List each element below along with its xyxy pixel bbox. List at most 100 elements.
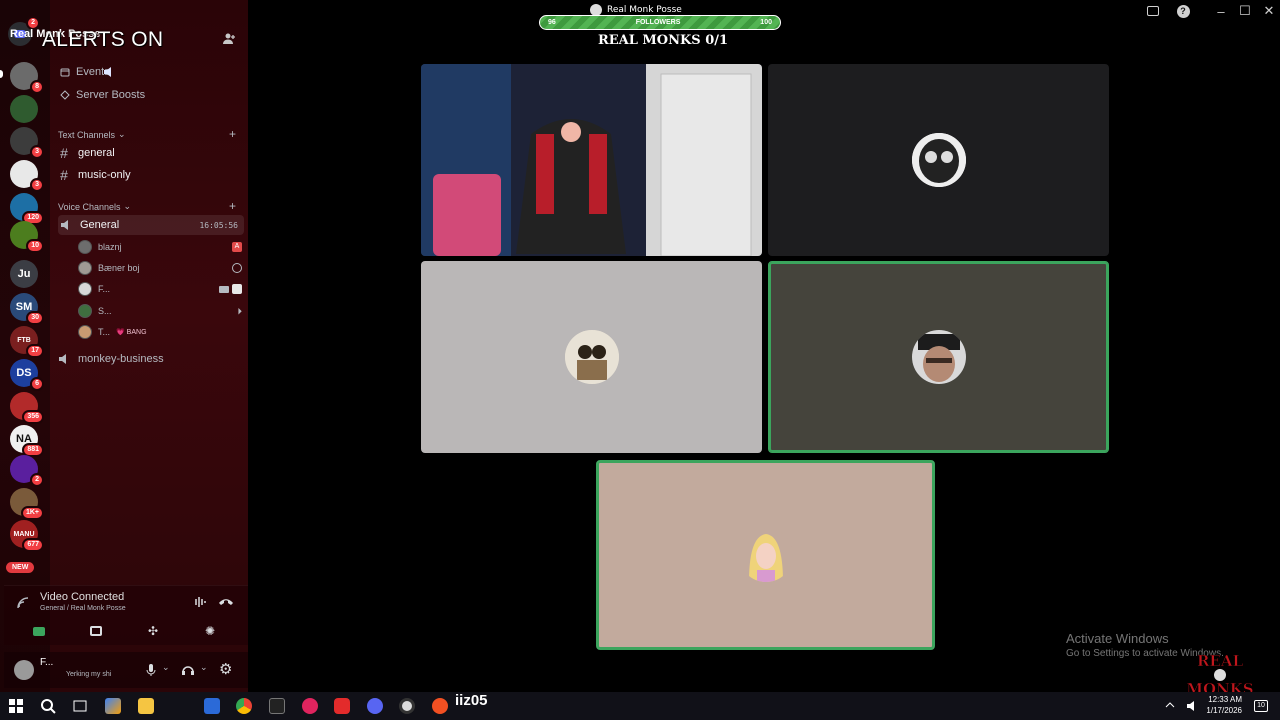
invite-people-icon[interactable]: [222, 32, 236, 46]
discord-window: 2 8 3 3 120 10 Ju SM 30 FTB 17 DS 6 356 NA 881 2 1K+ MANU…: [0, 0, 1280, 720]
server-icon[interactable]: 3: [10, 160, 44, 192]
speaker-icon: [59, 354, 66, 364]
add-voice-channel-icon[interactable]: +: [229, 199, 236, 213]
voice-user[interactable]: Bæner boj: [78, 259, 242, 277]
discord-taskbar-icon[interactable]: [367, 698, 383, 714]
voice-user[interactable]: F...: [78, 280, 242, 298]
server-icon[interactable]: FTB 17: [10, 326, 44, 358]
server-label: FTB: [17, 336, 31, 344]
microphone-icon[interactable]: [146, 663, 156, 677]
youtube-icon[interactable]: [334, 698, 350, 714]
server-icon[interactable]: 2: [10, 455, 44, 487]
server-icon[interactable]: 120: [10, 193, 44, 225]
activities-button[interactable]: ✣: [128, 622, 178, 640]
inbox-icon[interactable]: [1144, 2, 1162, 20]
voice-location-label[interactable]: General / Real Monk Posse: [40, 605, 126, 612]
voice-channel-general[interactable]: General 16:05:56: [58, 215, 244, 235]
avatar: [78, 240, 92, 254]
voice-channels-category[interactable]: Voice Channels ⌄: [58, 201, 131, 212]
server-icon[interactable]: NA 881: [10, 425, 44, 457]
voice-timer: 16:05:56: [199, 220, 238, 230]
minimize-button[interactable]: –: [1212, 2, 1230, 20]
text-channels-label: Text Channels: [58, 129, 116, 140]
voice-user[interactable]: S... ⏵: [78, 302, 242, 320]
chevron-down-icon[interactable]: ⌄: [162, 662, 170, 673]
headphones-icon[interactable]: [181, 663, 195, 676]
file-explorer-icon[interactable]: [138, 698, 154, 714]
soundboard-button[interactable]: ✺: [185, 622, 235, 640]
unread-badge: 677: [22, 538, 44, 552]
video-tile-user-speaking[interactable]: [596, 460, 935, 650]
watermark-title: Activate Windows: [1066, 631, 1169, 646]
voice-channel-label: General: [80, 219, 120, 231]
text-channels-category[interactable]: Text Channels ⌄: [58, 129, 126, 140]
channel-music-only[interactable]: # music-only: [58, 165, 244, 185]
voice-user-tag: 💗 BANG: [116, 329, 147, 336]
signal-icon[interactable]: [16, 596, 30, 610]
server-icon[interactable]: Ju: [10, 260, 38, 288]
task-view-icon[interactable]: [72, 698, 88, 714]
media-player-icon[interactable]: [302, 698, 318, 714]
video-tile-user[interactable]: [421, 261, 762, 453]
epic-games-icon[interactable]: [269, 698, 285, 714]
voice-channel-label: monkey-business: [78, 353, 164, 365]
notification-center-icon[interactable]: 10: [1254, 700, 1268, 712]
voice-user[interactable]: blaznj A: [78, 238, 242, 256]
obs-icon[interactable]: [399, 698, 415, 714]
unread-badge: 6: [30, 377, 44, 391]
windows-start-icon[interactable]: [8, 698, 24, 714]
voice-user[interactable]: T... 💗 BANG: [78, 323, 242, 341]
server-icon[interactable]: 1K+: [10, 488, 44, 520]
help-icon[interactable]: ?: [1174, 2, 1192, 20]
events-item[interactable]: Events: [60, 66, 116, 78]
avatar[interactable]: [14, 660, 34, 680]
avatar: [911, 330, 966, 384]
voice-channels-label: Voice Channels: [58, 201, 121, 212]
voice-user-name: F...: [98, 284, 111, 294]
server-icon[interactable]: SM 30: [10, 293, 44, 325]
server-icon[interactable]: 10: [10, 221, 44, 253]
gear-icon[interactable]: ⚙: [219, 660, 232, 678]
camera-icon: [33, 626, 45, 636]
chevron-up-icon[interactable]: [1165, 700, 1175, 710]
screen-share-button[interactable]: [71, 622, 121, 640]
chevron-down-icon[interactable]: ⌄: [200, 662, 208, 673]
app-icon[interactable]: [432, 698, 448, 714]
close-button[interactable]: ✕: [1260, 2, 1278, 20]
store-icon[interactable]: [204, 698, 220, 714]
noise-suppression-icon[interactable]: [194, 596, 208, 608]
followers-current: 96: [548, 19, 556, 26]
avatar: [78, 261, 92, 275]
volume-icon[interactable]: [1186, 700, 1200, 712]
chrome-icon[interactable]: [236, 698, 252, 714]
server-icon[interactable]: MANU 677: [10, 520, 44, 552]
svg-text:REAL: REAL: [1197, 652, 1244, 670]
voice-user-name: Bæner boj: [98, 263, 140, 273]
server-icon[interactable]: 356: [10, 392, 44, 424]
server-icon[interactable]: DS 6: [10, 359, 44, 391]
video-tile-camera[interactable]: [421, 64, 762, 256]
channel-general[interactable]: # general: [58, 143, 244, 163]
voice-channel-monkey-business[interactable]: monkey-business: [58, 349, 244, 369]
hash-icon: #: [60, 145, 68, 161]
disconnect-icon[interactable]: [218, 596, 234, 608]
avatar: [78, 325, 92, 339]
system-clock[interactable]: 12:33 AM 1/17/2026: [1206, 694, 1242, 716]
unread-badge: 10: [26, 239, 44, 253]
camera-button[interactable]: [14, 622, 64, 640]
channel-label: general: [78, 147, 115, 159]
server-boosts-item[interactable]: Server Boosts: [60, 89, 145, 101]
video-tile-user[interactable]: [768, 64, 1109, 256]
maximize-button[interactable]: ☐: [1236, 2, 1254, 20]
add-text-channel-icon[interactable]: +: [229, 127, 236, 141]
avatar-image: [564, 330, 619, 384]
video-tile-user-speaking[interactable]: [768, 261, 1109, 453]
server-icon[interactable]: 8: [10, 62, 44, 94]
avatar: [78, 282, 92, 296]
server-icon[interactable]: 3: [10, 127, 44, 159]
search-icon[interactable]: [40, 698, 56, 714]
unread-badge: 356: [22, 410, 44, 424]
server-icon[interactable]: [10, 95, 38, 123]
copilot-icon[interactable]: [105, 698, 121, 714]
hash-icon: #: [60, 167, 68, 183]
